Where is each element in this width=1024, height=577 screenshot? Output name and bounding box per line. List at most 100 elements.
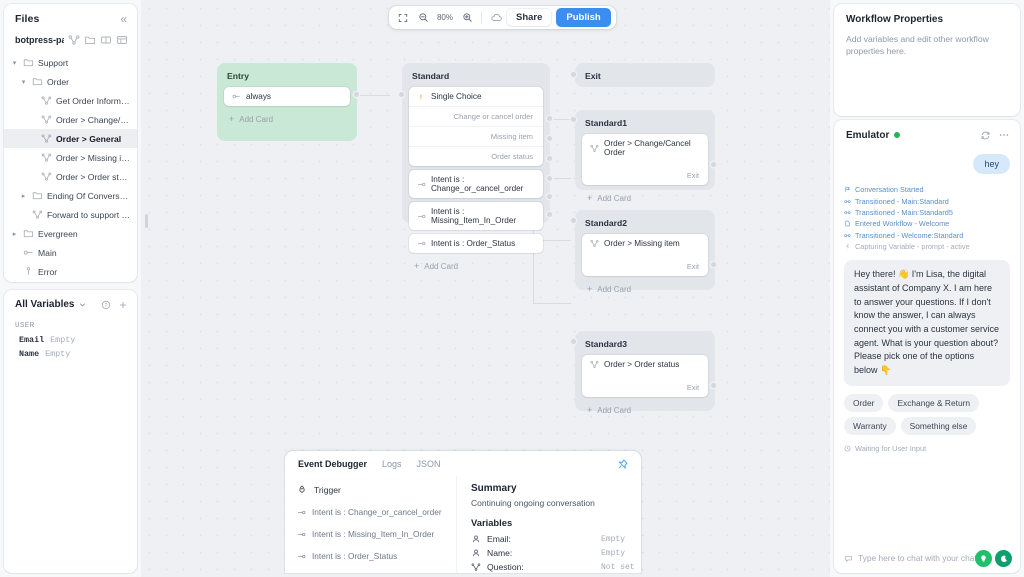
port-standard1-out[interactable]: [711, 162, 716, 167]
help-circle-icon[interactable]: ?: [101, 300, 111, 310]
chat-input-placeholder: Type here to chat with your chatb: [858, 553, 982, 563]
workflow-icon: [41, 114, 52, 125]
node-exit[interactable]: Exit: [575, 63, 715, 87]
port-choice-2[interactable]: [547, 136, 552, 141]
node-standard3[interactable]: Standard3 Order > Order status Exit + Ad…: [575, 331, 715, 415]
pin-icon[interactable]: [616, 458, 629, 471]
debugger-intent-row[interactable]: Intent is : Change_or_cancel_order: [297, 501, 446, 523]
moon-icon[interactable]: [995, 550, 1012, 567]
card-exit-label: Exit: [686, 171, 699, 180]
chevron-down-icon[interactable]: ▾: [10, 59, 19, 67]
tab-logs[interactable]: Logs: [382, 459, 402, 469]
share-button[interactable]: Share: [507, 9, 552, 26]
tree-item-order-change-cancel[interactable]: Order > Change/Cancel...: [4, 110, 137, 129]
card-workflow[interactable]: Order > Missing item Exit: [582, 234, 708, 276]
port-entry-out[interactable]: [354, 92, 359, 97]
zoom-in-icon[interactable]: [458, 9, 476, 27]
plus-icon[interactable]: [118, 300, 128, 310]
cloud-icon[interactable]: [487, 9, 505, 27]
tree-item-evergreen[interactable]: ▸ Evergreen: [4, 224, 137, 243]
project-name[interactable]: botpress-pa...: [15, 35, 64, 45]
quick-reply-button[interactable]: Exchange & Return: [888, 393, 980, 412]
tree-item-label: Evergreen: [38, 228, 78, 239]
card-workflow[interactable]: Order > Order status Exit: [582, 355, 708, 397]
status-badge: [894, 132, 901, 138]
lightbulb-icon[interactable]: [975, 550, 992, 567]
add-card-button[interactable]: + Add Card: [575, 280, 715, 303]
tree-item-forward-to-support-agent[interactable]: Forward to support agent: [4, 205, 137, 224]
port-standard-in[interactable]: [399, 92, 404, 97]
workflow-icon: [41, 95, 52, 106]
port-standard1-in[interactable]: [571, 117, 576, 122]
port-intent-2[interactable]: [547, 194, 552, 199]
tab-event-debugger[interactable]: Event Debugger: [298, 459, 367, 469]
chevron-down-icon[interactable]: ▾: [19, 78, 28, 86]
card-always[interactable]: always: [224, 87, 350, 106]
quick-reply-button[interactable]: Something else: [900, 416, 977, 435]
port-standard2-in[interactable]: [571, 218, 576, 223]
book-icon[interactable]: [100, 34, 112, 46]
intent-icon: [418, 241, 426, 246]
node-standard[interactable]: Standard Single Choice Change or cancel …: [402, 63, 550, 271]
zoom-out-icon[interactable]: [414, 9, 432, 27]
node-standard2[interactable]: Standard2 Order > Missing item Exit + Ad…: [575, 210, 715, 294]
fit-screen-icon[interactable]: [394, 9, 412, 27]
tree-item-ending-of-conversation[interactable]: ▸ Ending Of Conversation: [4, 186, 137, 205]
debugger-intent-row[interactable]: Intent is : Missing_Item_In_Order: [297, 523, 446, 545]
variable-row[interactable]: Email Empty: [4, 333, 137, 347]
transition-icon: [844, 199, 851, 203]
card-single-choice[interactable]: Single Choice Change or cancel order Mis…: [409, 87, 543, 166]
emulator-log-text: Transitioned - Main:Standard5: [855, 207, 953, 217]
port-exit-in[interactable]: [571, 72, 576, 77]
node-standard1[interactable]: Standard1 Order > Change/Cancel Order Ex…: [575, 110, 715, 203]
publish-button[interactable]: Publish: [556, 8, 611, 27]
add-card-button[interactable]: + Add Card: [575, 189, 715, 212]
card-intent[interactable]: Intent is : Missing_Item_In_Order: [409, 202, 543, 230]
add-card-button[interactable]: + Add Card: [402, 257, 550, 280]
quick-reply-button[interactable]: Order: [844, 393, 884, 412]
debugger-variable-row: Email: Empty: [471, 532, 641, 546]
chevron-down-icon[interactable]: [78, 300, 87, 309]
tree-item-order-missing-item[interactable]: Order > Missing item: [4, 148, 137, 167]
zoom-level[interactable]: 80%: [434, 13, 456, 22]
card-intent[interactable]: Intent is : Order_Status: [409, 234, 543, 253]
port-choice-1[interactable]: [547, 116, 552, 121]
table-icon[interactable]: [116, 34, 128, 46]
tab-json[interactable]: JSON: [417, 459, 441, 469]
quick-reply-button[interactable]: Warranty: [844, 416, 896, 435]
port-intent-3[interactable]: [547, 212, 552, 217]
port-standard3-out[interactable]: [711, 383, 716, 388]
port-intent-1[interactable]: [547, 176, 552, 181]
chevron-right-icon[interactable]: ▸: [19, 192, 28, 200]
tree-item-order[interactable]: ▾ Order: [4, 72, 137, 91]
view-summary-link[interactable]: view summary: [297, 567, 446, 573]
project-actions: [68, 34, 130, 46]
tree-item-main[interactable]: Main: [4, 243, 137, 262]
add-card-button[interactable]: + Add Card: [217, 110, 357, 133]
card-workflow[interactable]: Order > Change/Cancel Order Exit: [582, 134, 708, 185]
plus-icon: +: [229, 114, 235, 124]
more-horizontal-icon[interactable]: [998, 129, 1010, 141]
add-card-button[interactable]: + Add Card: [575, 401, 715, 424]
tree-item-error[interactable]: Error: [4, 262, 137, 281]
variables-panel: All Variables ? USER Email Empty Name Empty: [4, 290, 137, 573]
port-standard2-out[interactable]: [711, 262, 716, 267]
refresh-icon[interactable]: [980, 130, 991, 141]
debugger-variable-value: Not set: [601, 562, 635, 572]
flow-canvas-area[interactable]: 80% Share Publish Entry always + Add Car…: [141, 0, 830, 577]
tree-item-support[interactable]: ▾ Support: [4, 53, 137, 72]
node-entry[interactable]: Entry always + Add Card: [217, 63, 357, 141]
chevron-right-icon[interactable]: ▸: [10, 230, 19, 238]
panel-drag-handle[interactable]: [145, 214, 148, 228]
port-choice-3[interactable]: [547, 156, 552, 161]
debugger-intent-row[interactable]: Intent is : Order_Status: [297, 545, 446, 567]
tree-item-get-order-information[interactable]: Get Order Information: [4, 91, 137, 110]
tree-item-order-order-status[interactable]: Order > Order status: [4, 167, 137, 186]
variable-row[interactable]: Name Empty: [4, 347, 137, 361]
port-standard3-in[interactable]: [571, 339, 576, 344]
new-folder-icon[interactable]: [84, 34, 96, 46]
chevron-double-left-icon[interactable]: «: [120, 13, 127, 25]
workflow-icon[interactable]: [68, 34, 80, 46]
tree-item-order-general[interactable]: Order > General: [4, 129, 137, 148]
card-intent[interactable]: Intent is : Change_or_cancel_order: [409, 170, 543, 198]
